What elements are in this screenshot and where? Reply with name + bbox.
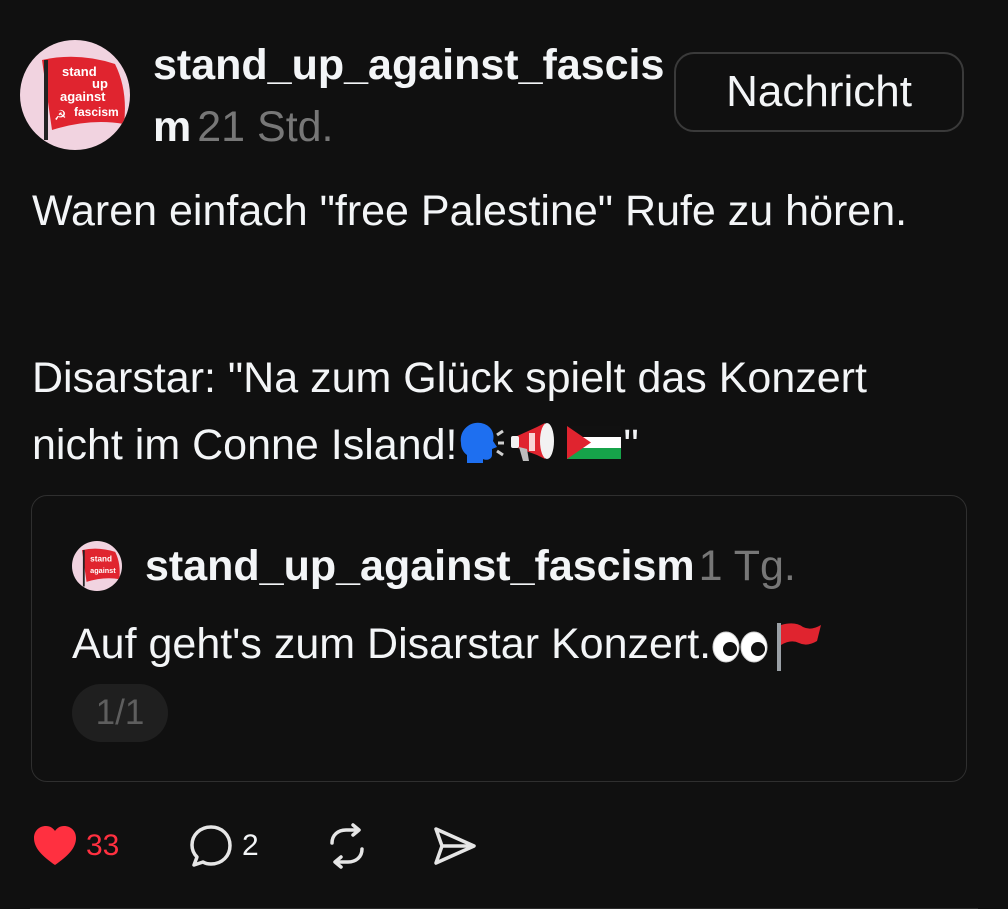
post-timestamp[interactable]: 21 Std. — [197, 103, 333, 151]
repost-button[interactable] — [324, 818, 370, 874]
quoted-username[interactable]: stand_up_against_fascism — [145, 542, 695, 590]
quoted-timestamp[interactable]: 1 Tg. — [699, 542, 796, 590]
megaphone-emoji — [511, 423, 555, 461]
red-flag-emoji — [777, 623, 822, 671]
group-logo-image: stand against — [82, 548, 120, 587]
post-header: stand_up_against_fascism 21 Std. — [153, 34, 668, 158]
quoted-text-body: Auf geht's zum Disarstar Konzert. — [72, 620, 712, 668]
logo-word-against: against — [60, 89, 106, 104]
eyes-emoji — [712, 631, 768, 663]
media-pager: 1/1 — [72, 684, 168, 742]
action-bar: 33 2 — [0, 818, 1008, 874]
quoted-post-card[interactable]: stand against stand_up_against_fascism1 … — [31, 495, 967, 782]
svg-text:☭: ☭ — [54, 108, 67, 124]
share-button[interactable] — [430, 818, 478, 874]
quoted-avatar[interactable]: stand against — [72, 541, 122, 591]
message-button[interactable]: Nachricht — [674, 52, 964, 132]
group-logo-image: stand up against fascism ☭ — [42, 56, 125, 140]
repost-icon — [330, 823, 364, 869]
quoted-text: Auf geht's zum Disarstar Konzert. — [72, 614, 823, 674]
like-button[interactable]: 33 — [32, 818, 119, 874]
post-paragraph-2-end: " — [623, 421, 639, 469]
comment-icon — [190, 825, 232, 867]
logo-word-against: against — [90, 566, 116, 575]
like-count: 33 — [86, 829, 120, 862]
speaking-head-emoji — [461, 422, 505, 463]
reply-button[interactable]: 2 — [188, 818, 259, 874]
palestine-flag-emoji — [567, 426, 622, 459]
reply-count: 2 — [242, 829, 259, 862]
emoji-group — [457, 419, 623, 465]
post-paragraph-2-text: Disarstar: "Na zum Glück spielt das Konz… — [32, 354, 867, 469]
logo-word-stand: stand — [90, 554, 112, 563]
avatar[interactable]: stand up against fascism ☭ — [20, 40, 130, 150]
share-icon — [434, 827, 476, 865]
quoted-header: stand_up_against_fascism1 Tg. — [145, 538, 796, 594]
logo-word-fascism: fascism — [74, 105, 119, 119]
post-paragraph-1: Waren einfach "free Palestine" Rufe zu h… — [32, 187, 908, 235]
heart-icon — [34, 826, 76, 865]
quoted-emoji-group — [711, 619, 823, 673]
post-paragraph-2: Disarstar: "Na zum Glück spielt das Konz… — [32, 345, 952, 479]
